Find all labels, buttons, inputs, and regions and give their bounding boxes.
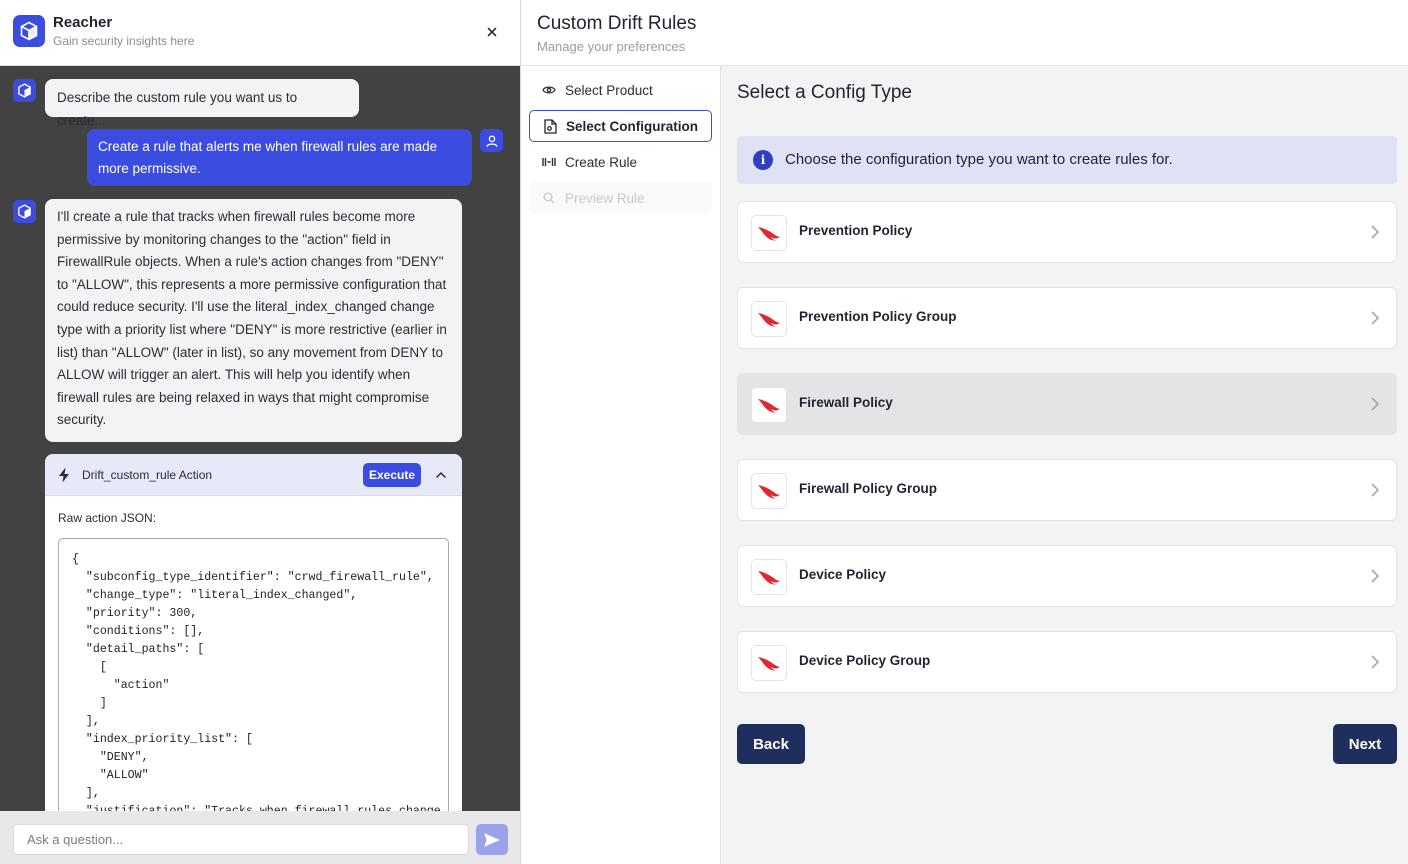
chat-brand-title: Reacher (53, 14, 113, 31)
config-card-firewall-policy[interactable]: Firewall Policy (737, 373, 1397, 435)
user-message: Create a rule that alerts me when firewa… (87, 129, 472, 186)
raw-json-label: Raw action JSON: (58, 511, 157, 525)
chat-question-input[interactable] (13, 824, 469, 855)
reacher-logo-icon (13, 15, 45, 47)
lightning-icon (59, 467, 69, 483)
config-type-name: Firewall Policy (799, 395, 893, 410)
crowdstrike-falcon-icon (751, 645, 787, 681)
config-type-name: Prevention Policy Group (799, 309, 957, 324)
crowdstrike-falcon-icon (751, 473, 787, 509)
config-card-prevention-policy[interactable]: Prevention Policy (737, 201, 1397, 263)
chevron-right-icon (1371, 483, 1380, 497)
bot-message: Describe the custom rule you want us to … (45, 79, 359, 128)
config-card-device-policy[interactable]: Device Policy (737, 545, 1397, 607)
send-icon (484, 833, 500, 846)
eye-icon (541, 85, 557, 95)
step-preview-rule: Preview Rule (529, 182, 712, 214)
close-icon (487, 27, 497, 37)
chevron-right-icon (1371, 311, 1380, 325)
info-text: Choose the configuration type you want t… (785, 151, 1173, 168)
config-card-prevention-policy-group[interactable]: Prevention Policy Group (737, 287, 1397, 349)
chat-header: Reacher Gain security insights here (0, 0, 520, 66)
step-label: Select Configuration (566, 118, 699, 134)
step-label: Select Product (565, 82, 653, 98)
config-card-firewall-policy-group[interactable]: Firewall Policy Group (737, 459, 1397, 521)
main-header: Custom Drift Rules Manage your preferenc… (521, 0, 1408, 66)
code-icon (541, 157, 557, 167)
step-label: Preview Rule (565, 190, 645, 206)
page-title: Custom Drift Rules (537, 13, 697, 34)
chevron-right-icon (1371, 655, 1380, 669)
crowdstrike-falcon-icon (751, 215, 787, 251)
action-card: Drift_custom_rule Action Execute Raw act… (45, 454, 462, 814)
user-icon (486, 135, 497, 147)
user-avatar (480, 129, 503, 152)
step-label: Create Rule (565, 154, 638, 170)
page-subtitle: Manage your preferences (537, 39, 686, 54)
bot-avatar (13, 200, 36, 223)
config-type-name: Device Policy Group (799, 653, 931, 668)
chevron-up-icon[interactable] (435, 470, 447, 480)
execute-button[interactable]: Execute (363, 463, 421, 487)
action-title: Drift_custom_rule Action (82, 468, 213, 482)
close-chat-button[interactable] (484, 24, 500, 40)
config-content: Select a Config Type i Choose the config… (721, 66, 1408, 864)
config-type-name: Firewall Policy Group (799, 481, 938, 496)
config-type-name: Device Policy (799, 567, 887, 582)
file-settings-icon (542, 118, 558, 134)
reacher-logo-icon (18, 83, 31, 98)
send-button[interactable] (476, 824, 508, 855)
wizard-steps: Select Product Select Configuration Crea… (521, 66, 721, 864)
step-select-configuration[interactable]: Select Configuration (529, 110, 712, 142)
step-select-product[interactable]: Select Product (529, 74, 712, 106)
chevron-right-icon (1371, 569, 1380, 583)
crowdstrike-falcon-icon (751, 301, 787, 337)
chevron-right-icon (1371, 225, 1380, 239)
raw-json-code: { "subconfig_type_identifier": "crwd_fir… (72, 553, 448, 814)
search-icon (541, 192, 557, 204)
raw-json-box: { "subconfig_type_identifier": "crwd_fir… (58, 538, 449, 814)
step-create-rule[interactable]: Create Rule (529, 146, 712, 178)
chat-brand-subtitle: Gain security insights here (53, 34, 195, 48)
chat-input-area (0, 811, 520, 864)
bot-message: I'll create a rule that tracks when fire… (45, 199, 462, 442)
next-button[interactable]: Next (1333, 724, 1397, 764)
chevron-right-icon (1371, 397, 1380, 411)
info-icon: i (753, 150, 773, 170)
reacher-logo-icon (18, 204, 31, 219)
crowdstrike-falcon-icon (751, 387, 787, 423)
chat-panel: Reacher Gain security insights here Desc… (0, 0, 521, 864)
section-title: Select a Config Type (737, 82, 912, 103)
crowdstrike-falcon-icon (751, 559, 787, 595)
config-type-name: Prevention Policy (799, 223, 913, 238)
info-banner: i Choose the configuration type you want… (737, 136, 1397, 184)
back-button[interactable]: Back (737, 724, 805, 764)
bot-avatar (13, 79, 36, 102)
config-card-device-policy-group[interactable]: Device Policy Group (737, 631, 1397, 693)
action-card-header[interactable]: Drift_custom_rule Action Execute (45, 454, 462, 496)
